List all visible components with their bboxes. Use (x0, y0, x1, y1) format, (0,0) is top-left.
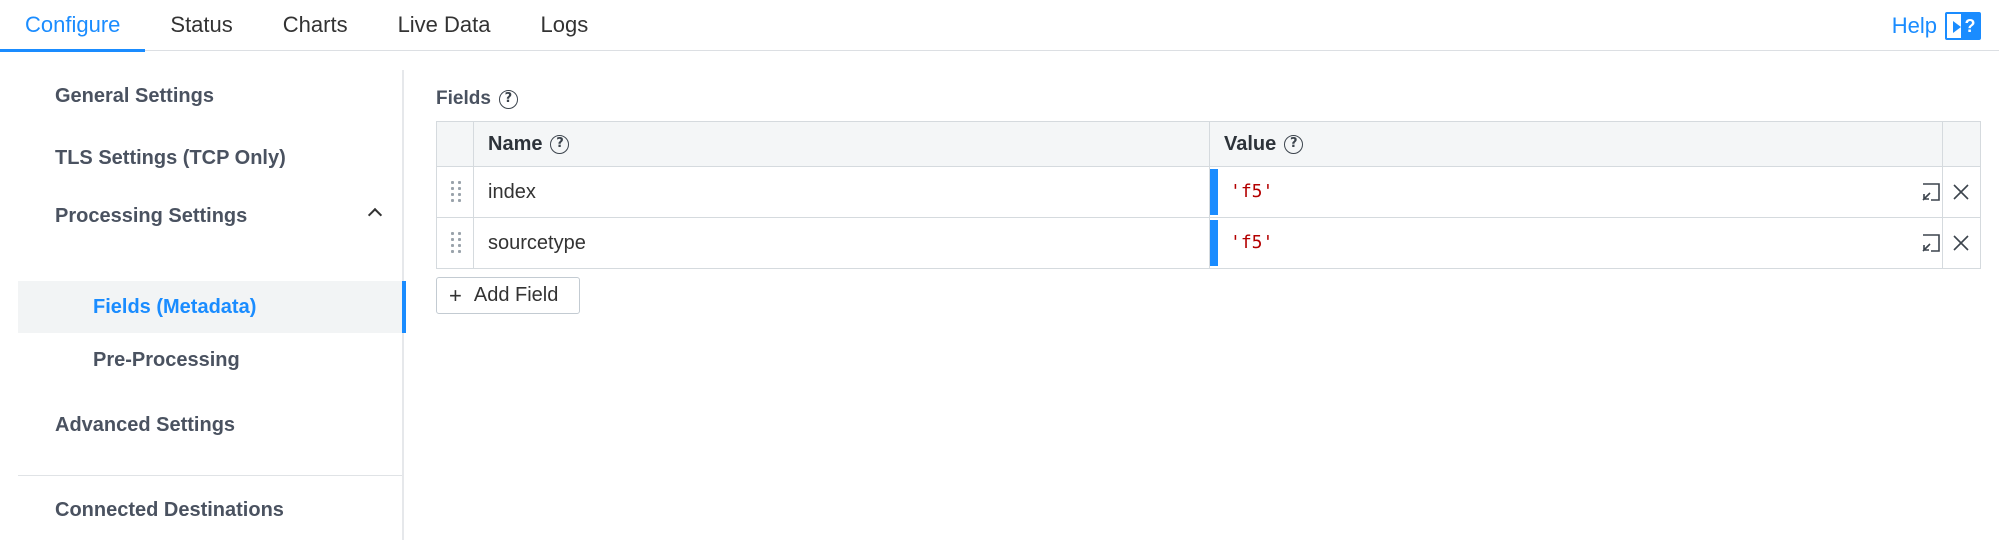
table-row: index 'f5' (437, 167, 1980, 218)
fields-table: Name ? Value ? index 'f5' sourcetype 'f5… (436, 121, 1981, 269)
sidebar-item-label: Processing Settings (55, 204, 248, 227)
help-circle-icon[interactable]: ? (1284, 135, 1304, 154)
sidebar-item-label: TLS Settings (TCP Only) (55, 146, 286, 169)
value-focus-bar (1210, 220, 1218, 266)
plus-icon: + (449, 282, 462, 308)
help-label: Help (1891, 12, 1937, 38)
tab-list: Configure Status Charts Live Data Logs (0, 0, 614, 52)
tab-live-data[interactable]: Live Data (373, 0, 516, 51)
sidebar-item-label: General Settings (55, 84, 214, 107)
sidebar-item-tls-settings[interactable]: TLS Settings (TCP Only) (18, 132, 402, 184)
drag-handle-icon[interactable] (451, 181, 461, 203)
remove-row-icon[interactable] (1949, 180, 1973, 204)
field-value: 'f5' (1230, 232, 1274, 253)
sidebar-item-fields-metadata[interactable]: Fields (Metadata) (18, 281, 406, 333)
tab-status[interactable]: Status (145, 0, 257, 51)
column-header-label: Value (1224, 133, 1277, 155)
column-header-label: Name (488, 133, 543, 155)
help-circle-icon[interactable]: ? (498, 89, 518, 109)
sidebar-item-label: Pre-Processing (93, 348, 240, 371)
sidebar-item-general-settings[interactable]: General Settings (18, 70, 402, 122)
fields-label-text: Fields (436, 88, 491, 109)
top-nav: Configure Status Charts Live Data Logs H… (0, 0, 1999, 52)
sidebar-item-label: Advanced Settings (55, 413, 236, 436)
value-focus-bar (1210, 169, 1218, 215)
help-link[interactable]: Help ? (1892, 0, 1981, 51)
sidebar-divider (18, 475, 402, 476)
sidebar-item-label: Fields (Metadata) (93, 295, 257, 318)
tab-configure[interactable]: Configure (0, 0, 146, 52)
add-field-button[interactable]: + Add Field (436, 277, 580, 314)
field-name[interactable]: index (488, 167, 536, 217)
sidebar-item-label: Connected Destinations (55, 498, 284, 521)
chevron-up-icon (367, 207, 383, 223)
settings-sidebar: General Settings TLS Settings (TCP Only)… (18, 70, 406, 540)
drag-handle-icon[interactable] (451, 232, 461, 254)
fields-section-label: Fields ? (436, 88, 518, 110)
sidebar-item-processing-settings[interactable]: Processing Settings (18, 190, 402, 242)
field-value: 'f5' (1230, 181, 1274, 202)
sidebar-item-advanced-settings[interactable]: Advanced Settings (18, 399, 402, 451)
expand-editor-icon[interactable] (1920, 232, 1942, 254)
remove-row-icon[interactable] (1949, 231, 1973, 255)
field-value-editor[interactable]: 'f5' (1210, 218, 1950, 268)
table-row: sourcetype 'f5' (437, 218, 1980, 269)
add-field-label: Add Field (473, 284, 559, 306)
field-value-editor[interactable]: 'f5' (1210, 167, 1950, 217)
column-header-value: Value ? (1224, 122, 1304, 167)
column-header-name: Name ? (488, 122, 570, 167)
help-circle-icon[interactable]: ? (550, 135, 570, 154)
sidebar-item-pre-processing[interactable]: Pre-Processing (18, 334, 402, 386)
field-name[interactable]: sourcetype (488, 218, 586, 268)
expand-editor-icon[interactable] (1920, 181, 1942, 203)
tab-logs[interactable]: Logs (516, 0, 614, 51)
tab-charts[interactable]: Charts (258, 0, 373, 51)
sidebar-item-connected-destinations[interactable]: Connected Destinations (18, 484, 402, 536)
help-panel-icon: ? (1945, 11, 1981, 40)
